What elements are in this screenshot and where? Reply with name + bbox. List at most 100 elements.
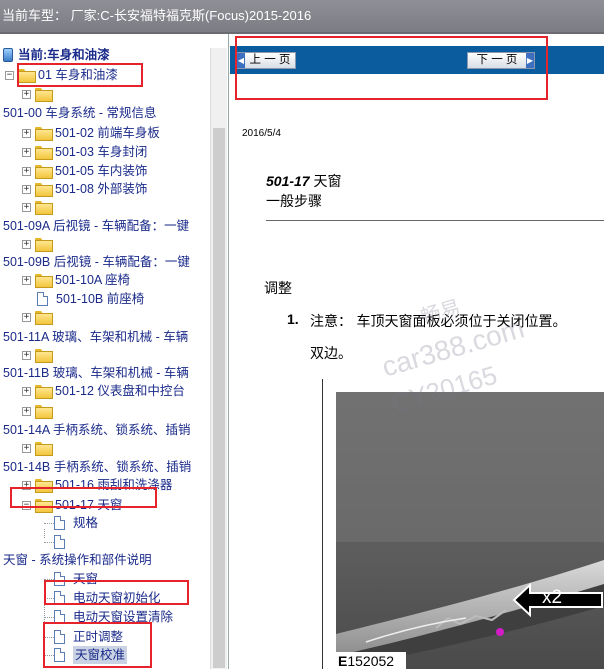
tree-connector — [44, 579, 54, 580]
tree-item[interactable]: 501-09A 后视镜 - 车辆配备：一键 — [0, 217, 212, 235]
next-page-button[interactable]: 下 一 页 ▶ — [467, 52, 535, 69]
expand-icon[interactable]: + — [22, 203, 31, 212]
procedure-figure: x2 E152052 — [336, 392, 604, 669]
tree-item-label[interactable]: 电动天窗初始化 — [73, 589, 161, 607]
tree-item[interactable]: + — [0, 85, 212, 103]
tree-item[interactable]: +501-08 外部装饰 — [0, 180, 212, 198]
arrow-right-icon: ▶ — [526, 53, 534, 68]
tree-item[interactable]: +501-02 前端车身板 — [0, 124, 212, 142]
folder-icon — [35, 88, 53, 102]
tree-item-label[interactable]: 501-05 车内装饰 — [55, 162, 147, 180]
tree-item[interactable]: + — [0, 235, 212, 253]
expand-icon[interactable]: + — [22, 276, 31, 285]
tree-item[interactable]: +501-12 仪表盘和中控台 — [0, 382, 212, 400]
folder-icon — [18, 69, 36, 83]
expand-icon[interactable]: + — [22, 481, 31, 490]
tree-group-label[interactable]: 501-14A 手柄系统、锁系统、插销 — [3, 421, 211, 439]
tree-item[interactable] — [0, 533, 212, 551]
tree-item-label[interactable]: 501-10B 前座椅 — [56, 290, 144, 308]
step-note: 注意： 车顶天窗面板必须位于关闭位置。 — [310, 314, 567, 330]
tree-item[interactable]: + — [0, 308, 212, 326]
tree-item[interactable]: +501-10A 座椅 — [0, 271, 212, 289]
tree-item-label[interactable]: 501-16 雨刮和洗涤器 — [55, 476, 172, 494]
expand-icon[interactable]: + — [22, 240, 31, 249]
tree-item[interactable]: 501-14B 手柄系统、锁系统、插销 — [0, 458, 212, 476]
document-icon — [37, 292, 48, 306]
arrow-left-icon: ◀ — [237, 53, 245, 68]
expand-icon[interactable]: + — [22, 387, 31, 396]
tree-item[interactable]: +501-05 车内装饰 — [0, 162, 212, 180]
tree-item-label[interactable]: 电动天窗设置清除 — [73, 608, 173, 626]
tree-item-label[interactable]: 501-10A 座椅 — [55, 271, 130, 289]
tree-item[interactable]: 电动天窗初始化 — [0, 589, 212, 607]
tree-item[interactable]: + — [0, 402, 212, 420]
collapse-icon[interactable]: − — [5, 71, 14, 80]
tree-item[interactable]: +501-03 车身封闭 — [0, 143, 212, 161]
tree-item[interactable]: + — [0, 198, 212, 216]
figure-id: E152052 — [338, 653, 395, 669]
navigation-tree[interactable]: 当前:车身和油漆 − 01 车身和油漆 +501-00 车身系统 - 常规信息 +50… — [0, 34, 229, 669]
expand-icon[interactable]: + — [22, 129, 31, 138]
tree-item[interactable]: 501-00 车身系统 - 常规信息 — [0, 104, 212, 122]
tree-connector — [44, 655, 54, 656]
document-icon — [54, 610, 65, 624]
tree-item[interactable]: 501-14A 手柄系统、锁系统、插销 — [0, 421, 212, 439]
expand-icon[interactable]: + — [22, 185, 31, 194]
tree-item[interactable]: − 01 车身和油漆 — [0, 66, 212, 84]
tree-item[interactable]: 501-11A 玻璃、车架和机械 - 车辆 — [0, 328, 212, 346]
title-code: 501-17 — [266, 173, 310, 189]
folder-icon — [35, 479, 53, 493]
tree-item-label[interactable]: 规格 — [73, 514, 98, 532]
document-subtitle: 一般步骤 — [266, 194, 322, 210]
tree-group-label[interactable]: 501-14B 手柄系统、锁系统、插销 — [3, 458, 211, 476]
tree-item[interactable]: 天窗校准 — [0, 646, 212, 664]
tree-group-label[interactable]: 501-00 车身系统 - 常规信息 — [3, 104, 211, 122]
tree-connector — [44, 617, 54, 618]
tree-item-selected[interactable]: 天窗校准 — [73, 646, 128, 664]
document-icon — [54, 630, 65, 644]
tree-item-label[interactable]: 501-03 车身封闭 — [55, 143, 147, 161]
tree-item[interactable]: 正时调整 — [0, 628, 212, 646]
tree-item[interactable]: 天窗 - 系统操作和部件说明 — [0, 551, 212, 569]
tree-item[interactable]: +501-16 雨刮和洗涤器 — [0, 476, 212, 494]
tree-group-label[interactable]: 501-09A 后视镜 - 车辆配备：一键 — [3, 217, 211, 235]
expand-icon[interactable]: + — [22, 167, 31, 176]
tree-item[interactable]: + — [0, 439, 212, 457]
scrollbar-thumb[interactable] — [213, 128, 225, 668]
tree-item[interactable]: 501-10B 前座椅 — [0, 290, 212, 308]
divider — [266, 220, 604, 221]
tree-item-label[interactable]: 501-02 前端车身板 — [55, 124, 160, 142]
tree-item[interactable]: 规格 — [0, 514, 212, 532]
tree-group-label[interactable]: 天窗 - 系统操作和部件说明 — [3, 551, 211, 569]
tree-group-label[interactable]: 501-11B 玻璃、车架和机械 - 车辆 — [3, 364, 211, 382]
current-model-label: 当前车型： 厂家:C-长安福特福克斯(Focus)2015-2016 — [2, 8, 312, 23]
expand-icon[interactable]: + — [22, 90, 31, 99]
tree-group-label[interactable]: 501-11A 玻璃、车架和机械 - 车辆 — [3, 328, 211, 346]
expand-icon[interactable]: + — [22, 407, 31, 416]
callout-count: x2 — [542, 587, 563, 608]
tree-item-label[interactable]: 501-12 仪表盘和中控台 — [55, 382, 185, 400]
tree-scrollbar[interactable] — [210, 48, 227, 669]
tree-item[interactable]: − 501-17 天窗 — [0, 496, 212, 514]
tree-item-label[interactable]: 501-17 天窗 — [55, 496, 122, 514]
previous-page-button[interactable]: ◀ 上 一 页 — [236, 52, 296, 69]
collapse-icon[interactable]: − — [22, 501, 31, 510]
tree-root-label[interactable]: 当前:车身和油漆 — [18, 46, 110, 64]
tree-item[interactable]: 天窗 — [0, 570, 212, 588]
tree-item[interactable]: 电动天窗设置清除 — [0, 608, 212, 626]
expand-icon[interactable]: + — [22, 444, 31, 453]
expand-icon[interactable]: + — [22, 351, 31, 360]
callout-arrow: x2 — [512, 582, 604, 623]
tree-group-label[interactable]: 501-09B 后视镜 - 车辆配备：一键 — [3, 253, 211, 271]
tree-item-label[interactable]: 正时调整 — [73, 628, 123, 646]
adjust-point-marker — [496, 628, 504, 636]
tree-item[interactable]: 501-11B 玻璃、车架和机械 - 车辆 — [0, 364, 212, 382]
tree-item-label[interactable]: 01 车身和油漆 — [38, 66, 118, 84]
tree-item-label[interactable]: 天窗 — [73, 570, 98, 588]
expand-icon[interactable]: + — [22, 148, 31, 157]
step-text: 双边。 — [310, 346, 352, 362]
tree-item[interactable]: 501-09B 后视镜 - 车辆配备：一键 — [0, 253, 212, 271]
expand-icon[interactable]: + — [22, 313, 31, 322]
tree-item[interactable]: + — [0, 346, 212, 364]
tree-item-label[interactable]: 501-08 外部装饰 — [55, 180, 147, 198]
